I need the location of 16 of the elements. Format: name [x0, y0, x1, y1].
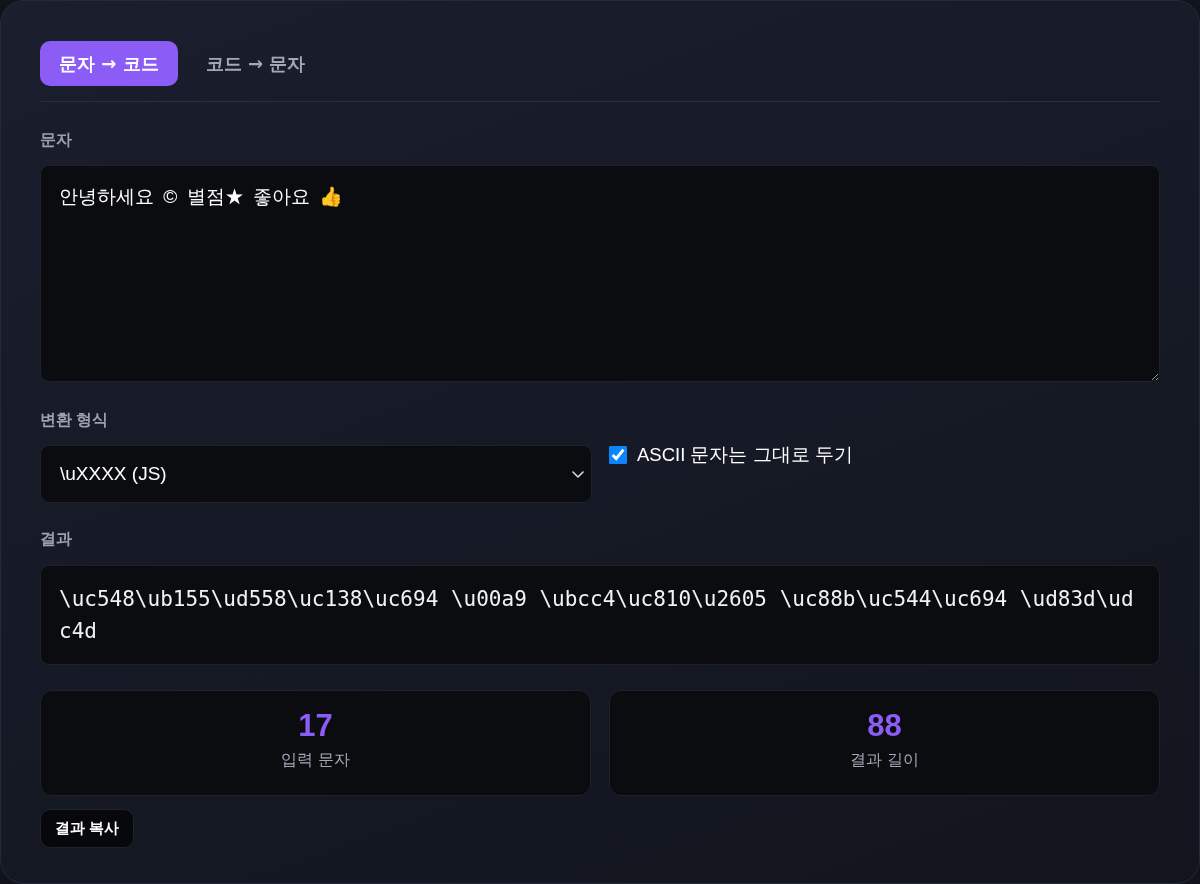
- field-label: 변환 형식: [40, 410, 109, 430]
- result-output: \uc548\ub155\ud558\uc138\uc694 \u00a9 \ubcc4\uc810\u2605 \uc88b\uc544\uc694 \ud83d\udc4d: [40, 565, 1160, 665]
- stat-value: 17: [298, 707, 333, 745]
- stat-value: 88: [867, 707, 902, 745]
- copy-button[interactable]: 결과 복사: [40, 809, 135, 848]
- checkbox-label: ASCII 문자는 그대로 두기: [637, 445, 853, 465]
- text-input[interactable]: 안녕하세요 © 별점★ 좋아요 👍: [40, 165, 1160, 382]
- ascii-checkbox[interactable]: [609, 446, 627, 464]
- chevron-down-icon: [572, 470, 584, 478]
- stat-label: 결과 길이: [850, 750, 919, 770]
- stat-label: 입력 문자: [281, 750, 350, 770]
- field-label: 결과: [40, 529, 72, 549]
- tab[interactable]: 문자 → 코드: [40, 41, 178, 86]
- tab[interactable]: 코드 → 문자: [186, 41, 325, 86]
- format-select[interactable]: \uXXXX (JS): [40, 445, 592, 503]
- field-label: 문자: [40, 130, 72, 150]
